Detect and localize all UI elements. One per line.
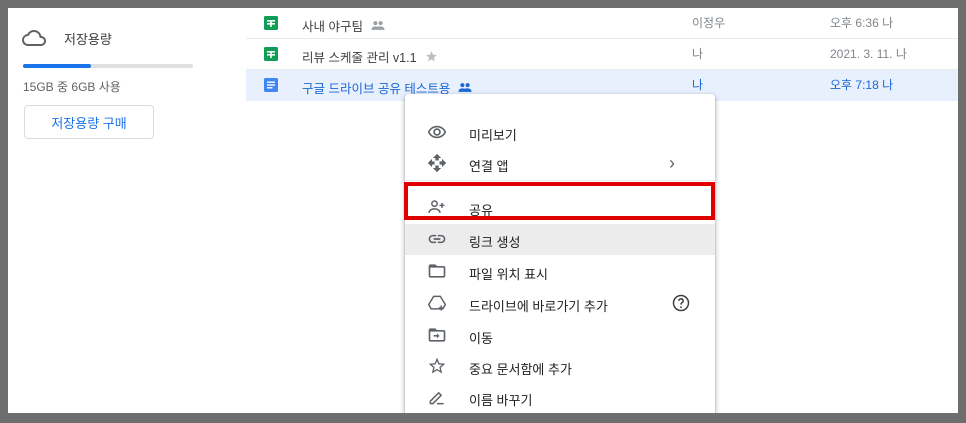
file-name: 사내 야구팀 [302,20,363,34]
menu-item[interactable]: 링크 생성 [405,224,715,255]
menu-item[interactable]: 미리보기 [405,117,715,148]
file-name-cell: 사내 야구팀 [302,16,385,35]
menu-item-label: 이동 [469,331,493,346]
menu-item-label: 연결 앱 [469,159,509,174]
menu-item[interactable]: 중요 문서함에 추가 [405,351,715,382]
person-add-icon [427,197,447,217]
menu-item[interactable]: 이동 [405,320,715,351]
help-icon[interactable] [671,293,691,316]
link-icon [427,229,447,249]
menu-item[interactable]: 파일 위치 표시 [405,256,715,287]
storage-progress-fill [23,64,91,68]
file-owner: 이정우 [692,16,726,30]
storage-title: 저장용량 [64,31,112,47]
menu-item[interactable]: 드라이브에 바로가기 추가 [405,288,715,319]
file-row[interactable]: 사내 야구팀 이정우 오후 6:36 나 [246,8,958,39]
menu-item-label: 드라이브에 바로가기 추가 [469,299,608,314]
storage-progress-bar [23,64,193,68]
cloud-icon [22,30,46,46]
file-name: 리뷰 스케줄 관리 v1.1 [302,51,417,65]
file-owner: 나 [692,78,704,92]
shared-icon [458,82,472,93]
file-row[interactable]: 리뷰 스케줄 관리 v1.1 나 2021. 3. 11. 나 [246,39,958,70]
context-menu: 미리보기연결 앱 › 공유링크 생성파일 위치 표시드라이브에 바로가기 추가이동중… [405,94,715,413]
file-modified: 오후 7:18 나 [830,78,894,92]
docs-file-icon [264,78,278,92]
file-modified: 오후 6:36 나 [830,16,894,30]
chevron-right-icon: › [669,153,675,173]
storage-section[interactable]: 저장용량 [22,26,112,50]
menu-item-label: 공유 [469,203,493,218]
menu-item-label: 미리보기 [469,128,517,143]
menu-item-label: 파일 위치 표시 [469,267,548,282]
move-to-folder-icon [427,325,447,345]
move-arrows-icon [427,153,447,173]
file-name-cell: 리뷰 스케줄 관리 v1.1 [302,47,438,66]
eye-icon [427,122,447,142]
drive-window: 저장용량 15GB 중 6GB 사용 저장용량 구매 사내 야구팀 이정우 오후 6… [8,8,958,413]
sheets-file-icon [264,47,278,61]
menu-item-label: 중요 문서함에 추가 [469,362,572,377]
file-owner: 나 [692,47,704,61]
file-modified: 2021. 3. 11. 나 [830,47,907,61]
menu-item-label: 이름 바꾸기 [469,393,533,408]
menu-item[interactable]: 공유 [405,192,715,223]
menu-item[interactable]: 연결 앱 › [405,148,715,179]
pencil-icon [427,387,447,407]
shared-icon [371,20,385,31]
storage-usage-text: 15GB 중 6GB 사용 [23,80,121,94]
folder-icon [427,261,447,281]
drive-shortcut-icon [427,293,447,313]
menu-divider [405,180,715,181]
menu-item-label: 링크 생성 [469,235,521,250]
buy-storage-button[interactable]: 저장용량 구매 [24,105,154,139]
menu-item[interactable]: 이름 바꾸기 [405,382,715,413]
star-icon[interactable] [425,50,438,63]
star-icon [427,356,447,376]
sheets-file-icon [264,16,278,30]
